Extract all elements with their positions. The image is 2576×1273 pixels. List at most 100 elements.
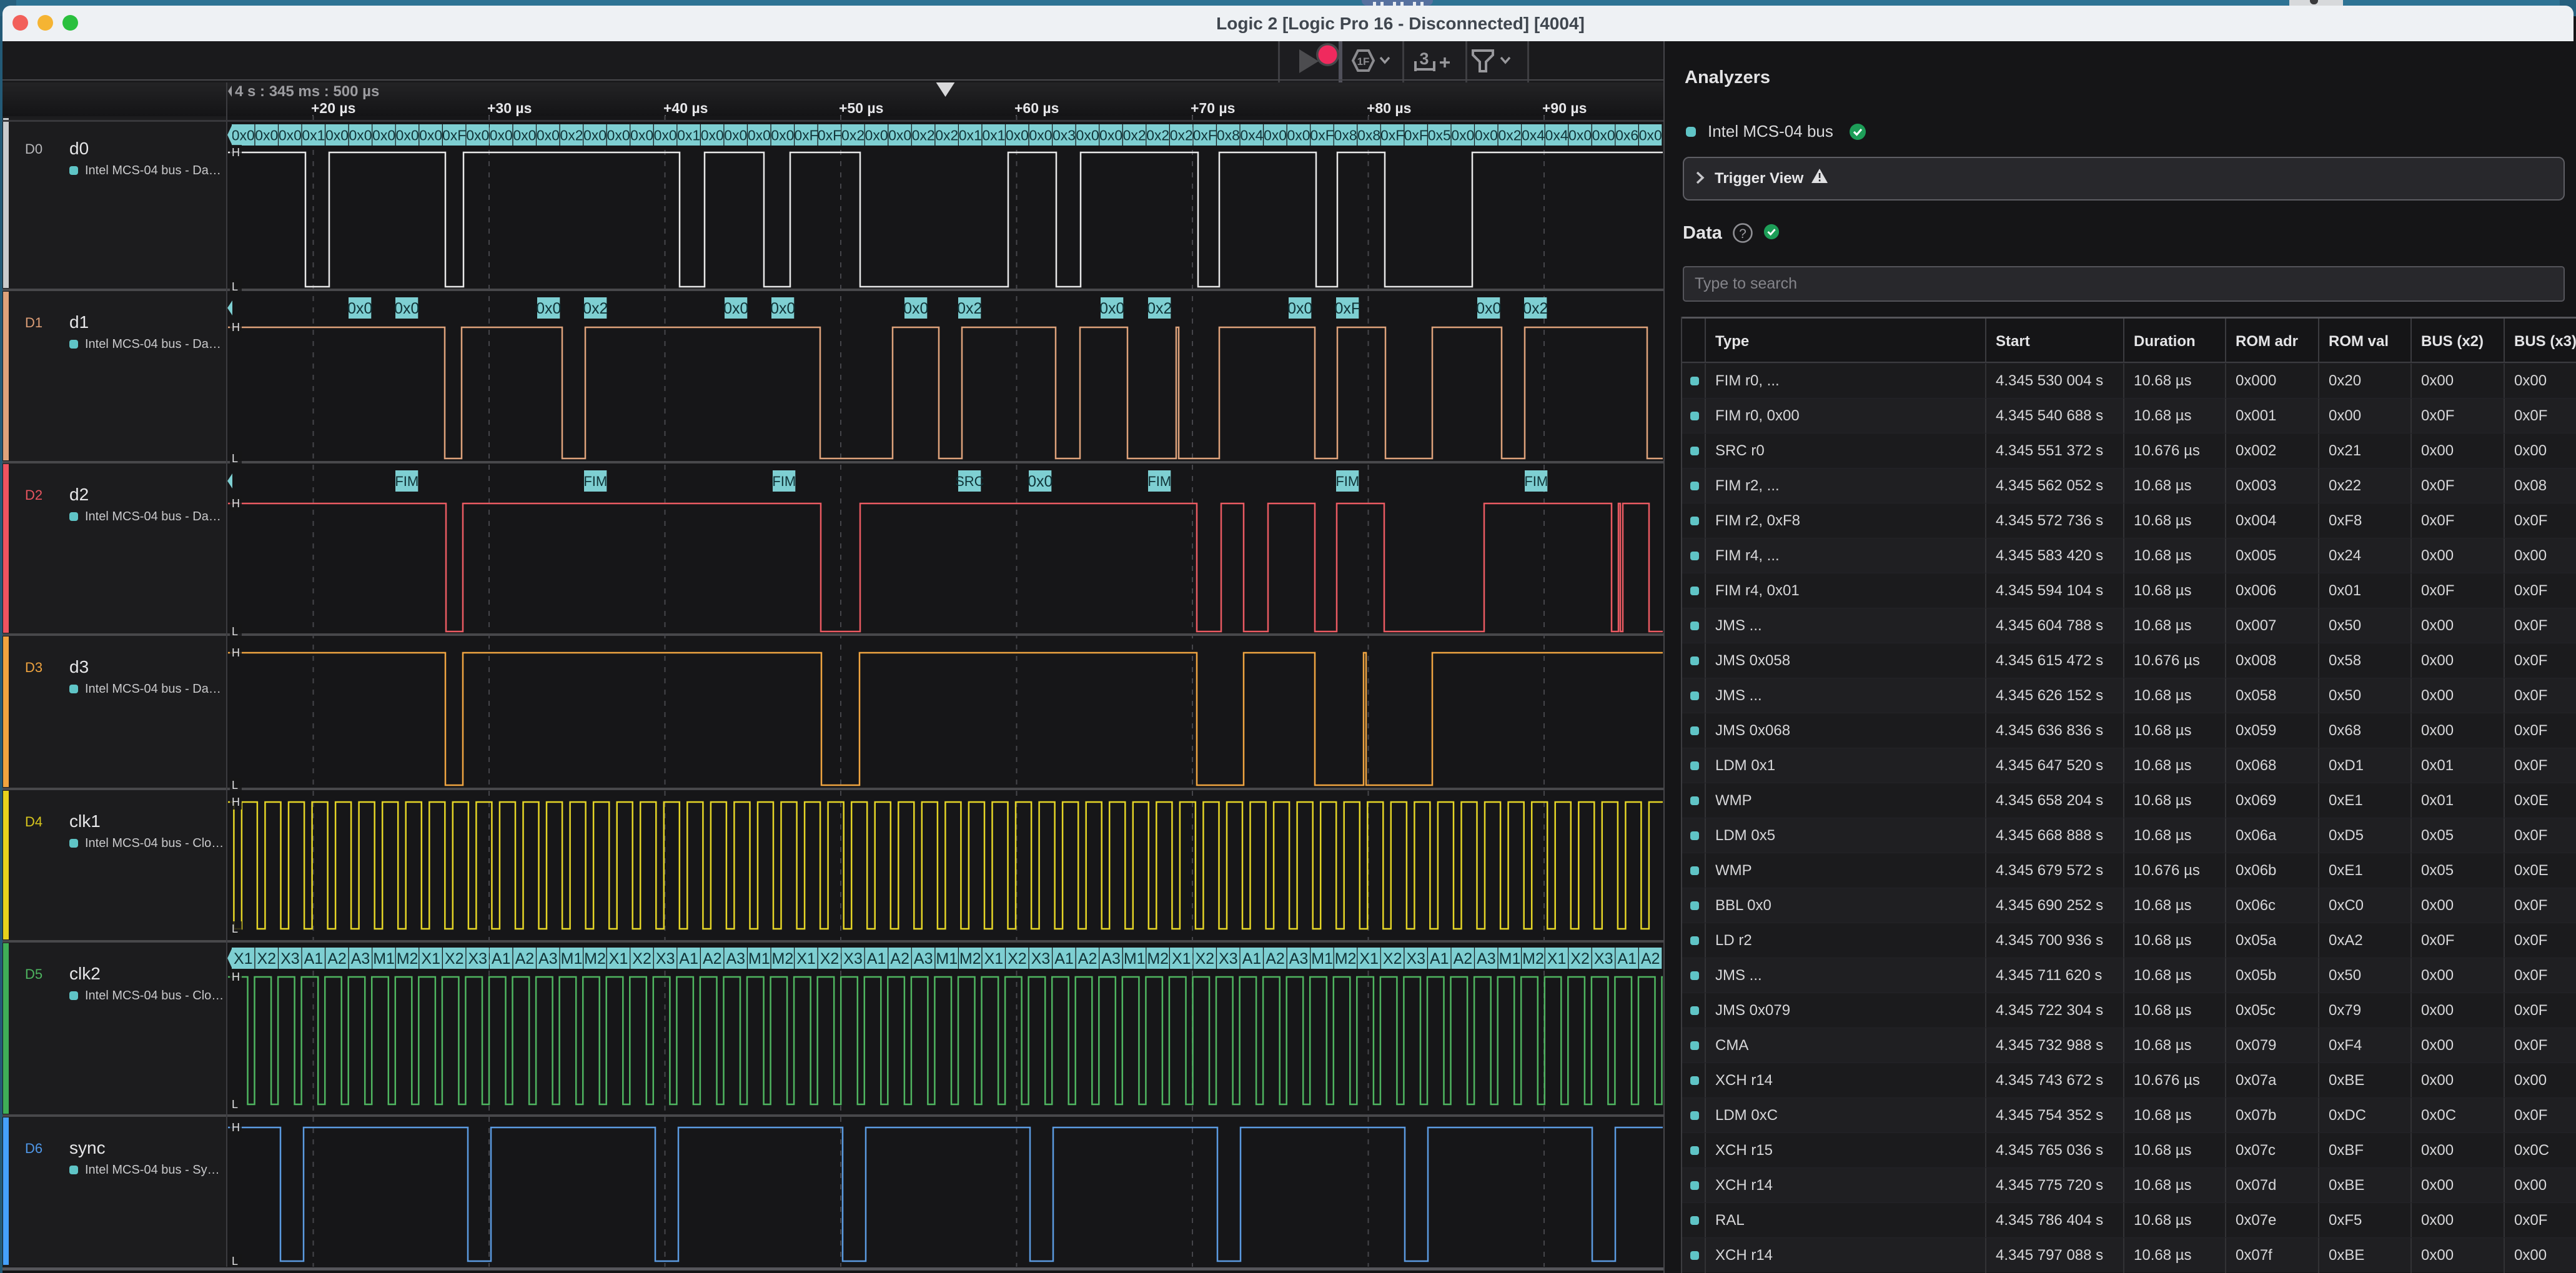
svg-text:0x0: 0x0 bbox=[396, 127, 419, 143]
svg-text:0x1: 0x1 bbox=[959, 127, 982, 143]
svg-text:0x0: 0x0 bbox=[1592, 127, 1615, 143]
svg-text:M2: M2 bbox=[397, 950, 419, 968]
svg-text:0x2: 0x2 bbox=[1498, 127, 1521, 143]
svg-text:A2: A2 bbox=[327, 950, 347, 968]
svg-text:0x0: 0x0 bbox=[1099, 300, 1124, 317]
svg-text:L: L bbox=[232, 452, 238, 465]
svg-text:A2: A2 bbox=[515, 950, 535, 968]
svg-text:A1: A1 bbox=[679, 950, 698, 968]
svg-text:M1: M1 bbox=[561, 950, 583, 968]
svg-text:0x0: 0x0 bbox=[888, 127, 911, 143]
svg-text:0x0: 0x0 bbox=[1099, 127, 1122, 143]
svg-text:+30 µs: +30 µs bbox=[487, 100, 532, 116]
svg-text:L: L bbox=[232, 1098, 238, 1111]
svg-text:M1: M1 bbox=[1311, 950, 1333, 968]
svg-text:X2: X2 bbox=[632, 950, 651, 968]
svg-text:0x0: 0x0 bbox=[724, 127, 747, 143]
svg-text:M2: M2 bbox=[1147, 950, 1169, 968]
svg-text:H: H bbox=[232, 796, 240, 808]
svg-text:A3: A3 bbox=[914, 950, 933, 968]
svg-text:X3: X3 bbox=[656, 950, 675, 968]
svg-text:X1: X1 bbox=[1359, 950, 1379, 968]
svg-text:FIM: FIM bbox=[1524, 473, 1548, 489]
svg-text:+50 µs: +50 µs bbox=[839, 100, 883, 116]
svg-text:0x2: 0x2 bbox=[841, 127, 864, 143]
svg-text:SRC: SRC bbox=[955, 473, 984, 489]
svg-text:0x0: 0x0 bbox=[232, 127, 255, 143]
svg-text:0x2: 0x2 bbox=[957, 300, 982, 317]
svg-text:X1: X1 bbox=[609, 950, 628, 968]
svg-text:0x0: 0x0 bbox=[1451, 127, 1474, 143]
svg-text:X3: X3 bbox=[468, 950, 488, 968]
svg-text:X1: X1 bbox=[421, 950, 440, 968]
svg-text:0x0: 0x0 bbox=[513, 127, 536, 143]
svg-text:0xF: 0xF bbox=[1404, 127, 1428, 143]
svg-text:M2: M2 bbox=[1522, 950, 1544, 968]
svg-text:0x0: 0x0 bbox=[903, 300, 928, 317]
svg-text:0x2: 0x2 bbox=[1170, 127, 1193, 143]
svg-text:L: L bbox=[232, 779, 238, 791]
svg-text:X1: X1 bbox=[796, 950, 816, 968]
svg-text:0x0: 0x0 bbox=[394, 300, 419, 317]
svg-text:X3: X3 bbox=[280, 950, 300, 968]
svg-text:A2: A2 bbox=[1266, 950, 1285, 968]
svg-text:H: H bbox=[232, 146, 240, 159]
svg-text:A2: A2 bbox=[1641, 950, 1660, 968]
svg-text:0x4: 0x4 bbox=[1545, 127, 1568, 143]
svg-text:0x0: 0x0 bbox=[325, 127, 349, 143]
svg-text:1F: 1F bbox=[1357, 56, 1370, 67]
svg-text:0x2: 0x2 bbox=[1123, 127, 1146, 143]
svg-text:0xF: 0xF bbox=[1334, 300, 1360, 317]
svg-text:A3: A3 bbox=[538, 950, 558, 968]
svg-text:A1: A1 bbox=[1054, 950, 1074, 968]
svg-text:0x5: 0x5 bbox=[1428, 127, 1451, 143]
svg-text:X2: X2 bbox=[1196, 950, 1215, 968]
svg-text:A2: A2 bbox=[703, 950, 722, 968]
svg-text:X3: X3 bbox=[1407, 950, 1426, 968]
svg-text:H: H bbox=[232, 1121, 240, 1134]
svg-text:A3: A3 bbox=[351, 950, 370, 968]
svg-text:0x2: 0x2 bbox=[560, 127, 583, 143]
svg-text:0x0: 0x0 bbox=[771, 127, 794, 143]
svg-text:+80 µs: +80 µs bbox=[1367, 100, 1411, 116]
svg-text:X1: X1 bbox=[1547, 950, 1567, 968]
svg-text:M1: M1 bbox=[748, 950, 770, 968]
svg-text:L: L bbox=[232, 280, 238, 293]
svg-text:FIM: FIM bbox=[583, 473, 607, 489]
svg-text:A3: A3 bbox=[1101, 950, 1121, 968]
svg-text:X1: X1 bbox=[1172, 950, 1191, 968]
svg-text:A1: A1 bbox=[867, 950, 886, 968]
svg-text:0x3: 0x3 bbox=[1053, 127, 1076, 143]
svg-text:0xF: 0xF bbox=[1380, 127, 1404, 143]
svg-text:0x0: 0x0 bbox=[255, 127, 278, 143]
svg-text:X2: X2 bbox=[1383, 950, 1402, 968]
svg-text:+60 µs: +60 µs bbox=[1014, 100, 1059, 116]
svg-text:0x0: 0x0 bbox=[536, 300, 561, 317]
svg-text:A1: A1 bbox=[304, 950, 324, 968]
svg-text:+70 µs: +70 µs bbox=[1191, 100, 1235, 116]
svg-text:FIM: FIM bbox=[772, 473, 796, 489]
svg-text:A3: A3 bbox=[726, 950, 746, 968]
svg-text:+90 µs: +90 µs bbox=[1542, 100, 1587, 116]
svg-text:0x2: 0x2 bbox=[1523, 300, 1548, 317]
svg-text:0x8: 0x8 bbox=[1217, 127, 1240, 143]
svg-text:0x0: 0x0 bbox=[490, 127, 513, 143]
svg-text:0x0: 0x0 bbox=[537, 127, 560, 143]
svg-text:L: L bbox=[232, 625, 238, 638]
svg-text:X2: X2 bbox=[1570, 950, 1590, 968]
svg-text:X2: X2 bbox=[445, 950, 464, 968]
svg-text:A2: A2 bbox=[890, 950, 909, 968]
svg-text:A2: A2 bbox=[1454, 950, 1473, 968]
svg-text:X2: X2 bbox=[257, 950, 277, 968]
svg-text:3: 3 bbox=[1419, 49, 1429, 68]
svg-text:A1: A1 bbox=[1242, 950, 1262, 968]
svg-text:A1: A1 bbox=[1430, 950, 1449, 968]
svg-text:0xF: 0xF bbox=[442, 127, 466, 143]
svg-text:0x0: 0x0 bbox=[1639, 127, 1662, 143]
svg-text:0x0: 0x0 bbox=[347, 300, 372, 317]
svg-text:X3: X3 bbox=[843, 950, 863, 968]
svg-text:0x4: 0x4 bbox=[1522, 127, 1545, 143]
svg-text:+40 µs: +40 µs bbox=[663, 100, 708, 116]
svg-text:0x0: 0x0 bbox=[654, 127, 677, 143]
svg-text:M2: M2 bbox=[959, 950, 981, 968]
